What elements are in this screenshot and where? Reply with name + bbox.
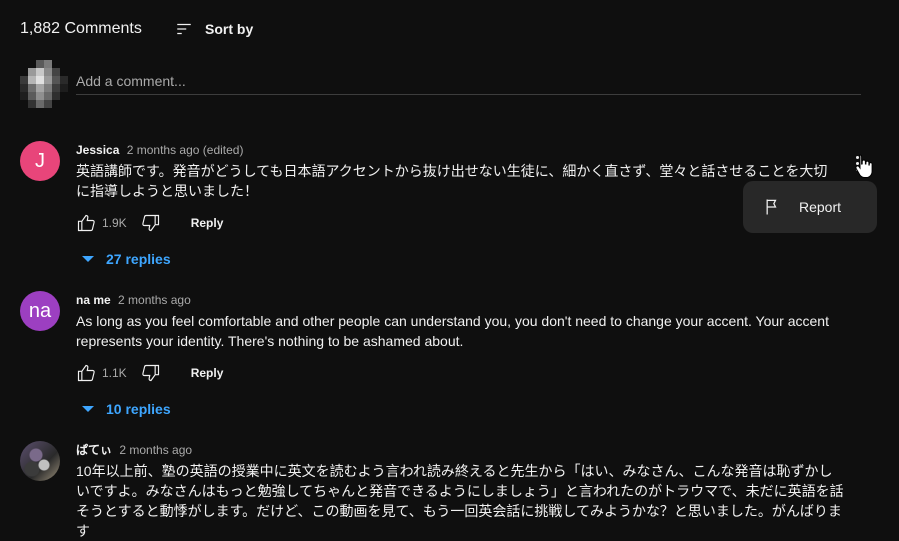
comment-body: na me 2 months ago As long as you feel c… xyxy=(76,291,836,417)
comment-time[interactable]: 2 months ago (edited) xyxy=(127,143,244,157)
sort-by-label: Sort by xyxy=(205,21,254,37)
sort-by-button[interactable]: Sort by xyxy=(175,20,253,38)
avatar[interactable]: na xyxy=(20,291,60,331)
comment-actions: 1.9K Reply xyxy=(76,211,836,235)
hand-cursor-icon xyxy=(855,154,873,178)
add-comment-input[interactable] xyxy=(76,68,861,95)
thumbs-down-icon[interactable] xyxy=(141,213,161,233)
comment-actions: 1.1K Reply xyxy=(76,361,836,385)
comment-actions-menu: Report xyxy=(743,181,877,233)
report-menu-item[interactable]: Report xyxy=(743,181,877,233)
comment-author[interactable]: na me xyxy=(76,293,111,307)
reply-button[interactable]: Reply xyxy=(191,366,224,380)
reply-button[interactable]: Reply xyxy=(191,216,224,230)
avatar-letter: na xyxy=(28,299,52,322)
thumbs-down-icon[interactable] xyxy=(141,363,161,383)
comment-meta: na me 2 months ago xyxy=(76,291,836,309)
sort-icon xyxy=(177,23,191,35)
comment-meta: Jessica 2 months ago (edited) xyxy=(76,141,836,159)
report-label: Report xyxy=(799,199,842,215)
flag-icon xyxy=(766,199,777,215)
avatar[interactable] xyxy=(20,441,60,481)
view-replies-button[interactable]: 27 replies xyxy=(82,251,836,267)
comment-body: ぱてぃ 2 months ago 10年以上前、塾の英語の授業中に英文を読むよう… xyxy=(76,441,844,541)
comment-text: 10年以上前、塾の英語の授業中に英文を読むよう言われ読み終えると先生から「はい、… xyxy=(76,463,844,539)
view-replies-button[interactable]: 10 replies xyxy=(82,401,836,417)
like-count: 1.1K xyxy=(102,366,127,380)
comment-author[interactable]: Jessica xyxy=(76,143,119,157)
thumbs-up-icon[interactable] xyxy=(76,363,96,383)
avatar-letter: J xyxy=(35,149,45,172)
replies-label: 27 replies xyxy=(106,251,171,267)
comment-text: As long as you feel comfortable and othe… xyxy=(76,313,829,349)
comment-time[interactable]: 2 months ago xyxy=(119,443,192,457)
caret-down-icon xyxy=(82,406,94,412)
like-count: 1.9K xyxy=(102,216,127,230)
comment-text: 英語講師です。発音がどうしても日本語アクセントから抜け出せない生徒に、細かく直さ… xyxy=(76,163,828,199)
replies-label: 10 replies xyxy=(106,401,171,417)
caret-down-icon xyxy=(82,256,94,262)
avatar[interactable]: J xyxy=(20,141,60,181)
thumbs-up-icon[interactable] xyxy=(76,213,96,233)
comment-time[interactable]: 2 months ago xyxy=(118,293,191,307)
avatar xyxy=(20,60,68,108)
comments-header: 1,882 Comments xyxy=(20,20,142,38)
comment-meta: ぱてぃ 2 months ago xyxy=(76,441,836,459)
comment-body: Jessica 2 months ago (edited) 英語講師です。発音が… xyxy=(76,141,836,267)
comment-count: 1,882 Comments xyxy=(20,20,142,37)
comment-author[interactable]: ぱてぃ xyxy=(76,443,112,457)
